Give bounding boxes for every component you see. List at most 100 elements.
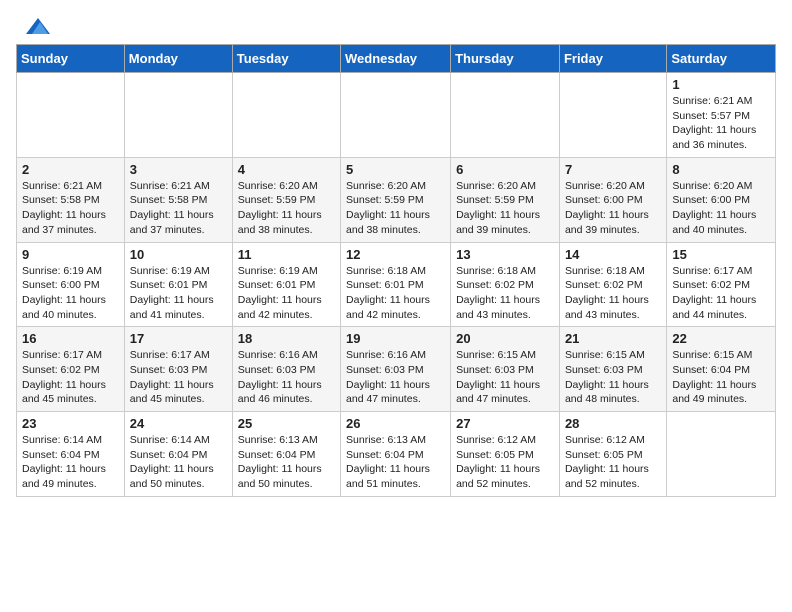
day-number: 16 (22, 331, 119, 346)
calendar-cell: 10 Sunrise: 6:19 AM Sunset: 6:01 PM Dayli… (124, 242, 232, 327)
calendar-cell: 26 Sunrise: 6:13 AM Sunset: 6:04 PM Dayli… (341, 412, 451, 497)
day-info: Sunrise: 6:19 AM Sunset: 6:01 PM Dayligh… (130, 264, 227, 323)
calendar-week-row: 1 Sunrise: 6:21 AM Sunset: 5:57 PM Daylig… (17, 73, 776, 158)
weekday-header: Thursday (451, 45, 560, 73)
weekday-header: Wednesday (341, 45, 451, 73)
calendar-cell: 3 Sunrise: 6:21 AM Sunset: 5:58 PM Daylig… (124, 157, 232, 242)
day-info: Sunrise: 6:18 AM Sunset: 6:01 PM Dayligh… (346, 264, 445, 323)
calendar-cell (451, 73, 560, 158)
day-info: Sunrise: 6:18 AM Sunset: 6:02 PM Dayligh… (456, 264, 554, 323)
calendar-cell: 11 Sunrise: 6:19 AM Sunset: 6:01 PM Dayli… (232, 242, 340, 327)
weekday-header: Friday (559, 45, 666, 73)
day-number: 3 (130, 162, 227, 177)
calendar-cell: 19 Sunrise: 6:16 AM Sunset: 6:03 PM Dayli… (341, 327, 451, 412)
day-info: Sunrise: 6:17 AM Sunset: 6:02 PM Dayligh… (672, 264, 770, 323)
day-info: Sunrise: 6:14 AM Sunset: 6:04 PM Dayligh… (22, 433, 119, 492)
calendar-cell: 18 Sunrise: 6:16 AM Sunset: 6:03 PM Dayli… (232, 327, 340, 412)
calendar-cell: 22 Sunrise: 6:15 AM Sunset: 6:04 PM Dayli… (667, 327, 776, 412)
page-header (16, 16, 776, 32)
day-number: 28 (565, 416, 661, 431)
calendar-cell: 16 Sunrise: 6:17 AM Sunset: 6:02 PM Dayli… (17, 327, 125, 412)
day-number: 26 (346, 416, 445, 431)
calendar-cell: 1 Sunrise: 6:21 AM Sunset: 5:57 PM Daylig… (667, 73, 776, 158)
day-info: Sunrise: 6:15 AM Sunset: 6:04 PM Dayligh… (672, 348, 770, 407)
day-info: Sunrise: 6:17 AM Sunset: 6:03 PM Dayligh… (130, 348, 227, 407)
calendar-week-row: 16 Sunrise: 6:17 AM Sunset: 6:02 PM Dayli… (17, 327, 776, 412)
day-number: 13 (456, 247, 554, 262)
weekday-header: Sunday (17, 45, 125, 73)
calendar-cell: 6Sunrise: 6:20 AM Sunset: 5:59 PM Daylig… (451, 157, 560, 242)
day-number: 18 (238, 331, 335, 346)
calendar-cell (341, 73, 451, 158)
day-number: 17 (130, 331, 227, 346)
calendar-cell: 21 Sunrise: 6:15 AM Sunset: 6:03 PM Dayli… (559, 327, 666, 412)
calendar-cell (17, 73, 125, 158)
calendar-cell: 20 Sunrise: 6:15 AM Sunset: 6:03 PM Dayli… (451, 327, 560, 412)
calendar-header-row: SundayMondayTuesdayWednesdayThursdayFrid… (17, 45, 776, 73)
calendar-cell: 28 Sunrise: 6:12 AM Sunset: 6:05 PM Dayli… (559, 412, 666, 497)
day-info: Sunrise: 6:14 AM Sunset: 6:04 PM Dayligh… (130, 433, 227, 492)
calendar-cell (667, 412, 776, 497)
day-number: 25 (238, 416, 335, 431)
day-number: 4 (238, 162, 335, 177)
day-number: 22 (672, 331, 770, 346)
weekday-header: Tuesday (232, 45, 340, 73)
calendar-cell: 2 Sunrise: 6:21 AM Sunset: 5:58 PM Daylig… (17, 157, 125, 242)
day-number: 24 (130, 416, 227, 431)
day-info: Sunrise: 6:16 AM Sunset: 6:03 PM Dayligh… (238, 348, 335, 407)
day-info: Sunrise: 6:20 AM Sunset: 6:00 PM Dayligh… (672, 179, 770, 238)
calendar-cell: 15 Sunrise: 6:17 AM Sunset: 6:02 PM Dayli… (667, 242, 776, 327)
day-number: 19 (346, 331, 445, 346)
day-info: Sunrise: 6:13 AM Sunset: 6:04 PM Dayligh… (346, 433, 445, 492)
day-number: 14 (565, 247, 661, 262)
calendar-cell: 8 Sunrise: 6:20 AM Sunset: 6:00 PM Daylig… (667, 157, 776, 242)
day-info: Sunrise: 6:19 AM Sunset: 6:01 PM Dayligh… (238, 264, 335, 323)
day-number: 21 (565, 331, 661, 346)
day-number: 10 (130, 247, 227, 262)
calendar-cell: 23 Sunrise: 6:14 AM Sunset: 6:04 PM Dayli… (17, 412, 125, 497)
calendar-cell: 9 Sunrise: 6:19 AM Sunset: 6:00 PM Daylig… (17, 242, 125, 327)
day-number: 15 (672, 247, 770, 262)
day-info: Sunrise: 6:13 AM Sunset: 6:04 PM Dayligh… (238, 433, 335, 492)
day-number: 5 (346, 162, 445, 177)
day-info: Sunrise: 6:12 AM Sunset: 6:05 PM Dayligh… (565, 433, 661, 492)
day-info: Sunrise: 6:15 AM Sunset: 6:03 PM Dayligh… (456, 348, 554, 407)
calendar-cell: 5 Sunrise: 6:20 AM Sunset: 5:59 PM Daylig… (341, 157, 451, 242)
day-info: Sunrise: 6:17 AM Sunset: 6:02 PM Dayligh… (22, 348, 119, 407)
calendar-table: SundayMondayTuesdayWednesdayThursdayFrid… (16, 44, 776, 497)
day-number: 8 (672, 162, 770, 177)
day-info: Sunrise: 6:12 AM Sunset: 6:05 PM Dayligh… (456, 433, 554, 492)
day-info: Sunrise: 6:15 AM Sunset: 6:03 PM Dayligh… (565, 348, 661, 407)
day-info: Sunrise: 6:21 AM Sunset: 5:57 PM Dayligh… (672, 94, 770, 153)
calendar-cell (232, 73, 340, 158)
calendar-week-row: 9 Sunrise: 6:19 AM Sunset: 6:00 PM Daylig… (17, 242, 776, 327)
day-info: Sunrise: 6:21 AM Sunset: 5:58 PM Dayligh… (130, 179, 227, 238)
day-number: 7 (565, 162, 661, 177)
calendar-cell: 27 Sunrise: 6:12 AM Sunset: 6:05 PM Dayli… (451, 412, 560, 497)
day-number: 20 (456, 331, 554, 346)
calendar-cell: 7 Sunrise: 6:20 AM Sunset: 6:00 PM Daylig… (559, 157, 666, 242)
calendar-week-row: 23 Sunrise: 6:14 AM Sunset: 6:04 PM Dayli… (17, 412, 776, 497)
day-number: 12 (346, 247, 445, 262)
day-info: Sunrise: 6:20 AM Sunset: 5:59 PM Dayligh… (346, 179, 445, 238)
day-number: 11 (238, 247, 335, 262)
day-number: 27 (456, 416, 554, 431)
day-number: 23 (22, 416, 119, 431)
logo-icon (18, 16, 50, 38)
day-info: Sunrise: 6:18 AM Sunset: 6:02 PM Dayligh… (565, 264, 661, 323)
day-info: Sunrise: 6:21 AM Sunset: 5:58 PM Dayligh… (22, 179, 119, 238)
day-number: 2 (22, 162, 119, 177)
logo (16, 16, 50, 32)
day-number: 1 (672, 77, 770, 92)
weekday-header: Saturday (667, 45, 776, 73)
weekday-header: Monday (124, 45, 232, 73)
calendar-cell: 24 Sunrise: 6:14 AM Sunset: 6:04 PM Dayli… (124, 412, 232, 497)
day-info: Sunrise: 6:20 AM Sunset: 6:00 PM Dayligh… (565, 179, 661, 238)
calendar-cell: 12 Sunrise: 6:18 AM Sunset: 6:01 PM Dayli… (341, 242, 451, 327)
day-info: Sunrise: 6:16 AM Sunset: 6:03 PM Dayligh… (346, 348, 445, 407)
calendar-week-row: 2 Sunrise: 6:21 AM Sunset: 5:58 PM Daylig… (17, 157, 776, 242)
day-number: 9 (22, 247, 119, 262)
calendar-cell: 4Sunrise: 6:20 AM Sunset: 5:59 PM Daylig… (232, 157, 340, 242)
day-info: Sunrise: 6:19 AM Sunset: 6:00 PM Dayligh… (22, 264, 119, 323)
calendar-cell: 17 Sunrise: 6:17 AM Sunset: 6:03 PM Dayli… (124, 327, 232, 412)
